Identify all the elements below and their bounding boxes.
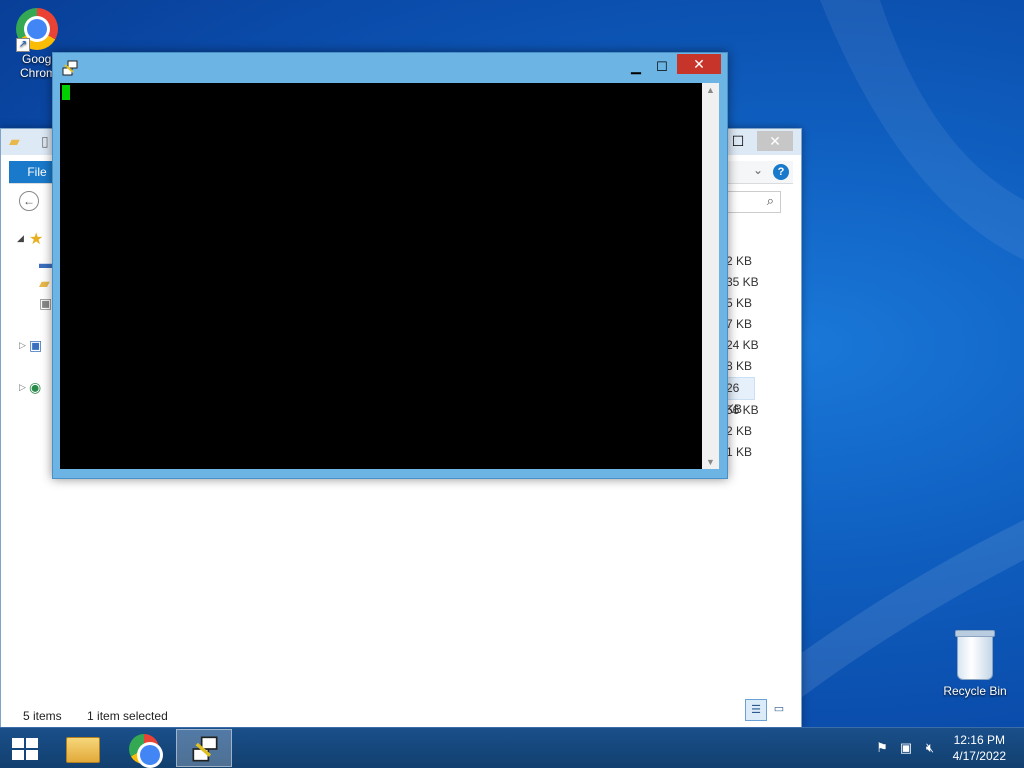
putty-icon [62, 60, 78, 76]
help-icon[interactable]: ? [773, 164, 789, 180]
terminal-screen[interactable] [60, 83, 702, 469]
status-bar: 5 items 1 item selected [23, 709, 190, 723]
terminal-scrollbar[interactable]: ▲ ▼ [702, 83, 719, 469]
details-view-button[interactable]: ☰ [745, 699, 767, 721]
file-size-cell[interactable]: 8 KB [726, 356, 759, 377]
chrome-icon [129, 734, 160, 765]
computer-icon: ▣ [29, 337, 43, 353]
scroll-down-arrow-icon[interactable]: ▼ [702, 455, 719, 469]
shortcut-arrow-icon: ↗ [16, 38, 30, 52]
taskbar-file-explorer[interactable] [54, 729, 110, 767]
properties-icon[interactable]: ▯ [41, 133, 49, 150]
taskbar-putty[interactable] [176, 729, 232, 767]
downloads-folder-icon: ▰ [39, 275, 50, 291]
status-item-count: 5 items [23, 709, 62, 723]
file-size-cell[interactable]: 5 KB [726, 293, 759, 314]
search-input[interactable]: ⌕ [725, 191, 781, 213]
close-button[interactable]: ✕ [677, 54, 721, 74]
file-size-cell[interactable]: 24 KB [726, 335, 759, 356]
clock-time: 12:16 PM [953, 733, 1005, 747]
status-selection: 1 item selected [87, 709, 168, 723]
file-size-column: 2 KB 35 KB 5 KB 7 KB 24 KB 8 KB 26 KB 56 KB 2 KB… [722, 251, 759, 463]
folder-icon [66, 737, 100, 763]
file-size-cell[interactable]: 2 KB [726, 251, 759, 272]
minimize-button[interactable]: ▁ [623, 57, 649, 77]
explorer-close-button[interactable]: ✕ [757, 131, 793, 151]
network-icon: ◉ [29, 379, 42, 395]
scroll-up-arrow-icon[interactable]: ▲ [702, 83, 719, 97]
putty-icon [192, 736, 218, 762]
terminal-window: ▁ ☐ ✕ ▲ ▼ [52, 52, 728, 479]
favorites-star-icon: ★ [29, 231, 44, 248]
desktop-icon-label: Recycle Bin [943, 684, 1007, 698]
expand-arrow-icon[interactable]: ▷ [19, 340, 26, 351]
network-icon[interactable]: ▣ [898, 740, 914, 756]
file-size-cell[interactable]: 2 KB [726, 421, 759, 442]
expand-arrow-icon[interactable]: ▷ [19, 382, 26, 393]
taskbar: ⚑ ▣ 🔇︎ 12:16 PM 4/17/2022 [0, 727, 1024, 768]
terminal-cursor [62, 85, 70, 100]
file-size-cell[interactable]: 7 KB [726, 314, 759, 335]
start-button[interactable] [0, 729, 50, 767]
recent-places-icon: ▣ [39, 295, 53, 311]
file-size-cell[interactable]: 56 KB [726, 400, 759, 421]
chevron-down-icon[interactable]: ⌄ [753, 163, 763, 177]
folder-icon: ▰ [9, 133, 20, 149]
large-icons-view-button[interactable]: ▭ [769, 699, 789, 719]
system-clock[interactable]: 12:16 PM 4/17/2022 [953, 732, 1006, 764]
windows-logo-icon [12, 738, 38, 760]
file-size-cell[interactable]: 35 KB [726, 272, 759, 293]
search-icon: ⌕ [766, 193, 774, 208]
clock-date: 4/17/2022 [952, 749, 1006, 763]
taskbar-google-chrome[interactable] [116, 729, 172, 767]
action-center-flag-icon[interactable]: ⚑ [874, 740, 890, 756]
desktop-folder-icon: ▬ [39, 255, 53, 271]
volume-muted-icon[interactable]: 🔇︎ [922, 740, 938, 756]
back-arrow-icon[interactable]: ← [19, 191, 39, 211]
terminal-titlebar[interactable]: ▁ ☐ ✕ [53, 53, 727, 83]
maximize-button[interactable]: ☐ [649, 57, 675, 77]
recycle-bin-icon [955, 630, 995, 680]
file-size-cell[interactable]: 1 KB [726, 442, 759, 463]
desktop-icon-recycle-bin[interactable]: Recycle Bin [940, 630, 1010, 698]
expand-arrow-icon[interactable]: ◢ [17, 233, 24, 244]
